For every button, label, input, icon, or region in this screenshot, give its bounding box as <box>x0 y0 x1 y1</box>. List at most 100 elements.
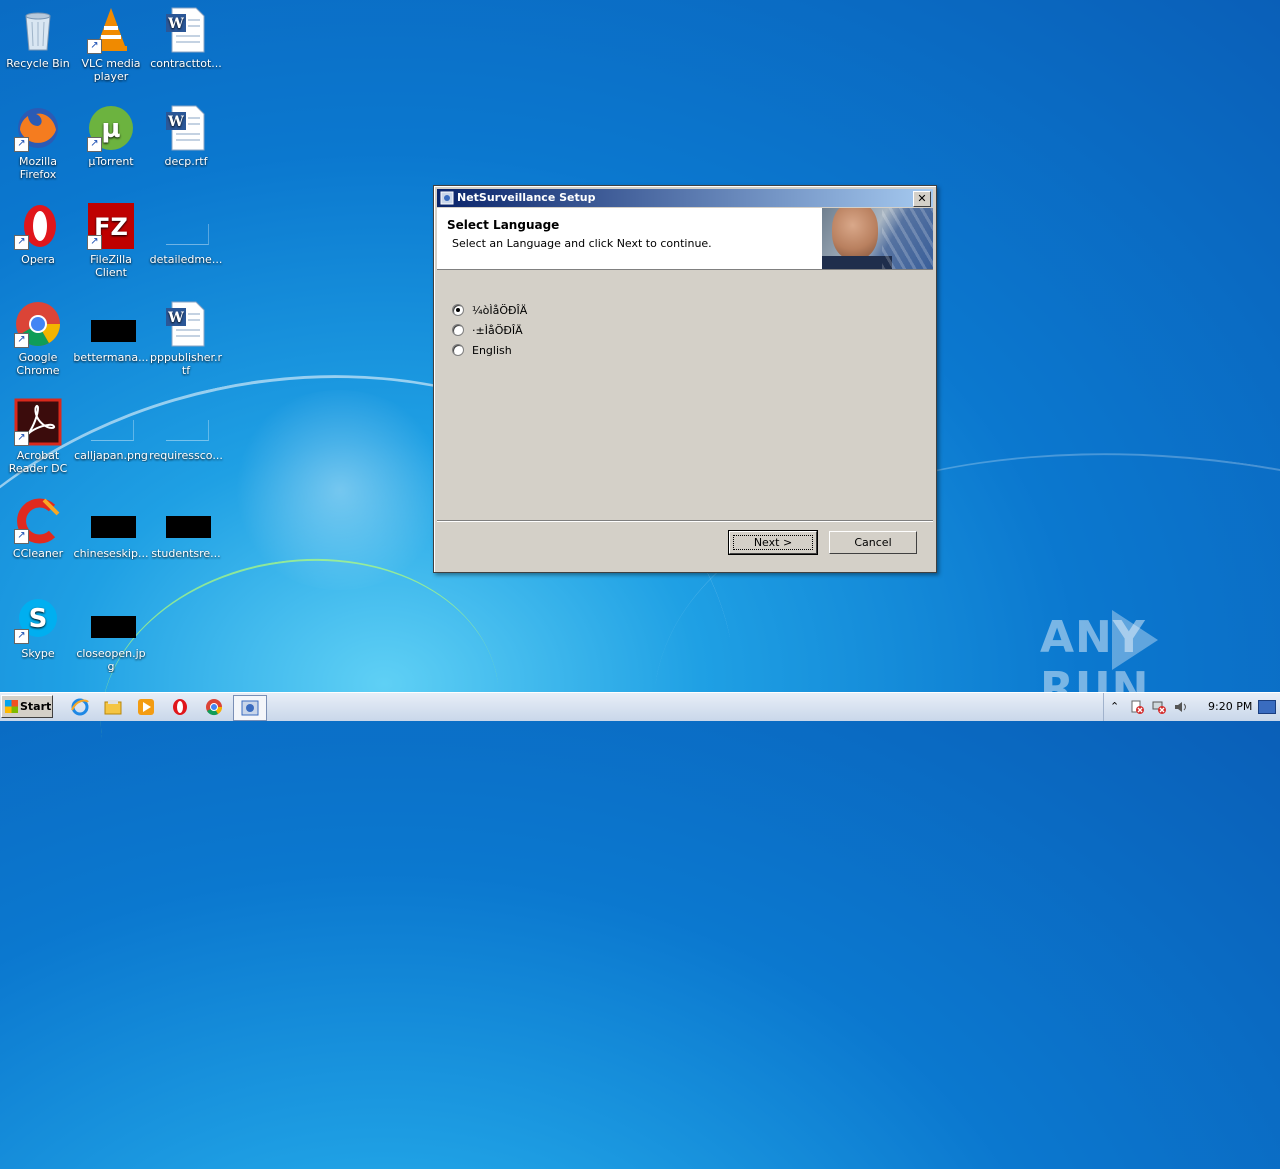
desktop-icon-label: Skype <box>21 647 55 660</box>
radio-button[interactable] <box>452 324 464 336</box>
desktop-icon-file[interactable]: W pppublisher.rtf <box>148 300 224 377</box>
shortcut-arrow-icon: ↗ <box>87 39 102 54</box>
language-option[interactable]: English <box>452 340 527 360</box>
taskbar-setup-button[interactable] <box>233 695 267 721</box>
desktop-icon-file[interactable]: bettermana... <box>73 300 149 364</box>
shortcut-arrow-icon: ↗ <box>14 137 29 152</box>
header-banner-image <box>822 208 933 269</box>
blank-file-icon <box>162 202 210 250</box>
radio-button[interactable] <box>452 304 464 316</box>
desktop-icon-acrobat[interactable]: ↗ Acrobat Reader DC <box>0 398 76 475</box>
desktop-icon-file[interactable]: chineseskip... <box>73 496 149 560</box>
desktop-icon-file[interactable]: studentsre... <box>148 496 224 560</box>
desktop-icon-label: Mozilla Firefox <box>19 155 57 181</box>
taskbar: Start ⌃ 9:20 PM <box>0 692 1280 721</box>
desktop-icon-label: studentsre... <box>151 547 221 560</box>
black-thumbnail-icon <box>87 496 136 544</box>
desktop-icon-recycle-bin[interactable]: Recycle Bin <box>0 6 76 70</box>
desktop-icon-label: Recycle Bin <box>6 57 70 70</box>
show-desktop-icon[interactable] <box>1258 700 1276 714</box>
desktop-icon-file[interactable]: requiressco... <box>148 398 224 462</box>
shortcut-arrow-icon: ↗ <box>14 235 29 250</box>
shortcut-arrow-icon: ↗ <box>87 137 102 152</box>
shortcut-arrow-icon: ↗ <box>14 431 29 446</box>
windows-logo-icon <box>5 700 18 713</box>
start-button[interactable]: Start <box>1 695 53 718</box>
desktop-icon-label: chineseskip... <box>73 547 149 560</box>
setup-dialog: NetSurveillance Setup ✕ Select Language … <box>433 185 937 573</box>
desktop-icon-label: µTorrent <box>88 155 134 168</box>
setup-app-icon <box>440 191 454 205</box>
desktop-icon-label: FileZilla Client <box>90 253 132 279</box>
clock[interactable]: 9:20 PM <box>1208 700 1252 713</box>
next-button-label: Next > <box>753 536 793 549</box>
desktop-icon-ccleaner[interactable]: ↗ CCleaner <box>0 496 76 560</box>
system-tray: ⌃ 9:20 PM <box>1103 693 1280 721</box>
show-hidden-icons-icon[interactable]: ⌃ <box>1110 700 1124 714</box>
language-label: English <box>472 343 512 357</box>
dialog-titlebar[interactable]: NetSurveillance Setup ✕ <box>437 189 933 207</box>
desktop-icon-file[interactable]: calljapan.png <box>73 398 149 462</box>
language-option[interactable]: ¼òÌåÖÐÎÄ <box>452 300 527 320</box>
desktop-icon-label: requiressco... <box>149 449 223 462</box>
dialog-separator <box>437 520 933 522</box>
language-option[interactable]: ·±ÌåÖÐÎÄ <box>452 320 527 340</box>
utorrent-icon: µ ↗ <box>87 104 135 152</box>
desktop-icon-vlc[interactable]: ↗ VLC media player <box>73 6 149 83</box>
desktop-icon-label: calljapan.png <box>74 449 148 462</box>
opera-icon: ↗ <box>14 202 62 250</box>
dialog-header: Select Language Select an Language and c… <box>437 208 933 270</box>
svg-text:W: W <box>167 16 184 32</box>
start-label: Start <box>20 700 52 713</box>
desktop-icon-label: bettermana... <box>73 351 149 364</box>
ie-icon[interactable] <box>70 697 90 717</box>
desktop-icon-file[interactable]: closeopen.jpg <box>73 596 149 673</box>
desktop-icon-file[interactable]: detailedme... <box>148 202 224 266</box>
chrome-icon[interactable] <box>204 697 224 717</box>
cancel-button[interactable]: Cancel <box>829 531 917 554</box>
black-thumbnail-icon <box>87 300 136 348</box>
vlc-icon: ↗ <box>87 6 135 54</box>
desktop-icon-file[interactable]: W contracttot... <box>148 6 224 70</box>
desktop-icon-label: Opera <box>21 253 55 266</box>
desktop-icon-label: contracttot... <box>150 57 222 70</box>
chrome-icon: ↗ <box>14 300 62 348</box>
language-radio-group: ¼òÌåÖÐÎÄ ·±ÌåÖÐÎÄ English <box>452 300 527 360</box>
acrobat-icon: ↗ <box>14 398 62 446</box>
word-doc-icon: W <box>162 104 210 152</box>
language-label: ·±ÌåÖÐÎÄ <box>472 323 523 337</box>
svg-text:W: W <box>167 310 184 326</box>
opera-icon[interactable] <box>170 697 190 717</box>
action-center-icon[interactable] <box>1130 700 1144 714</box>
header-title: Select Language <box>447 218 560 232</box>
blank-file-icon <box>87 398 135 446</box>
volume-icon[interactable] <box>1174 700 1188 714</box>
desktop-icon-label: detailedme... <box>149 253 223 266</box>
desktop-icon-opera[interactable]: ↗ Opera <box>0 202 76 266</box>
watermark-play-icon <box>1112 610 1158 670</box>
network-icon[interactable] <box>1152 700 1166 714</box>
dialog-title: NetSurveillance Setup <box>457 191 596 204</box>
radio-button[interactable] <box>452 344 464 356</box>
media-player-icon[interactable] <box>136 697 156 717</box>
filezilla-icon: FZ ↗ <box>87 202 135 250</box>
recycle-bin-icon <box>14 6 62 54</box>
svg-text:S: S <box>29 604 48 634</box>
desktop-icon-label: pppublisher.rtf <box>149 351 222 377</box>
desktop-icon-filezilla[interactable]: FZ ↗ FileZilla Client <box>73 202 149 279</box>
word-doc-icon: W <box>162 300 210 348</box>
svg-text:W: W <box>167 114 184 130</box>
desktop-icon-file[interactable]: W decp.rtf <box>148 104 224 168</box>
desktop-icon-firefox[interactable]: ↗ Mozilla Firefox <box>0 104 76 181</box>
firefox-icon: ↗ <box>14 104 62 152</box>
svg-text:µ: µ <box>101 114 120 144</box>
black-thumbnail-icon <box>162 496 211 544</box>
desktop-icon-chrome[interactable]: ↗ Google Chrome <box>0 300 76 377</box>
shortcut-arrow-icon: ↗ <box>14 529 29 544</box>
next-button[interactable]: Next > <box>728 530 818 555</box>
close-button[interactable]: ✕ <box>913 191 931 207</box>
desktop-icon-utorrent[interactable]: µ ↗ µTorrent <box>73 104 149 168</box>
desktop-icon-skype[interactable]: S ↗ Skype <box>0 596 76 660</box>
explorer-icon[interactable] <box>103 697 123 717</box>
desktop-icon-label: closeopen.jpg <box>76 647 146 673</box>
